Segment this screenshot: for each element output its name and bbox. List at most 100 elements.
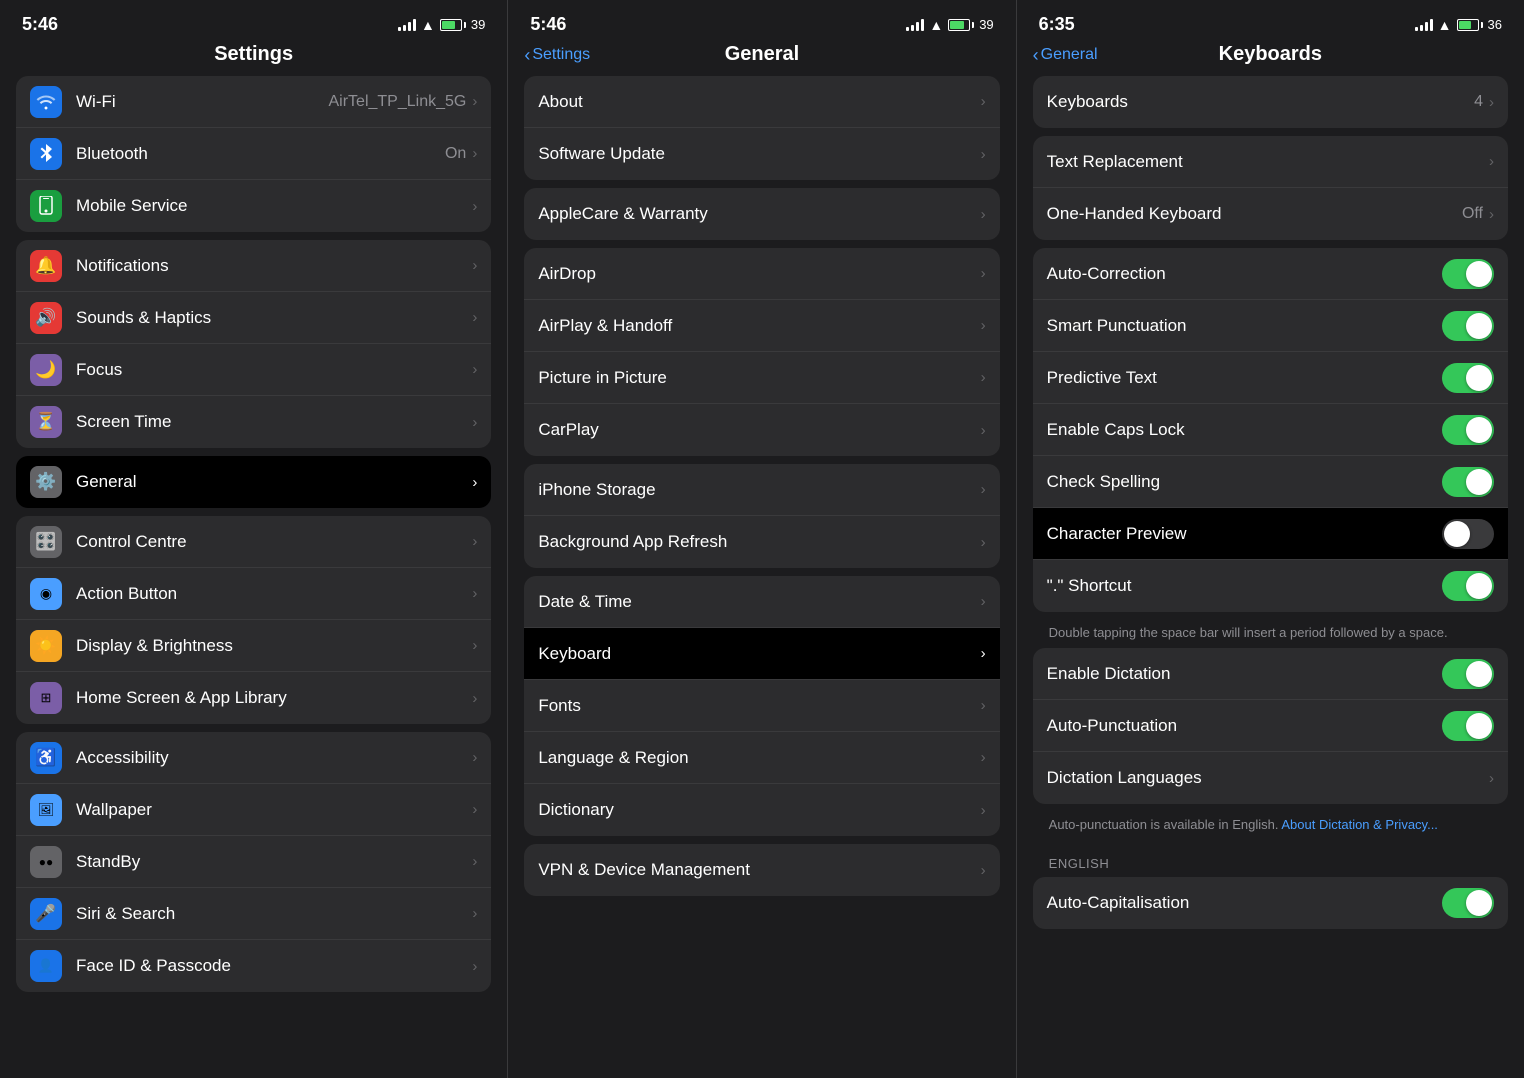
row-notifications[interactable]: 🔔 Notifications ›	[16, 240, 491, 292]
mobile-label: Mobile Service	[76, 196, 472, 216]
row-standby[interactable]: ●● StandBy ›	[16, 836, 491, 888]
autocorrection-toggle[interactable]	[1442, 259, 1494, 289]
section-personal: ♿ Accessibility › 🖼 Wallpaper › ●● Stand…	[16, 732, 491, 992]
siri-row-icon: 🎤	[30, 898, 62, 930]
row-autocapitalization[interactable]: Auto-Capitalisation	[1033, 877, 1508, 929]
general-label: General	[76, 472, 472, 492]
battery-percent-3: 36	[1488, 17, 1502, 32]
row-about[interactable]: About ›	[524, 76, 999, 128]
row-siri[interactable]: 🎤 Siri & Search ›	[16, 888, 491, 940]
row-periodshortcut[interactable]: "." Shortcut	[1033, 560, 1508, 612]
row-actionbutton[interactable]: ◉ Action Button ›	[16, 568, 491, 620]
row-faceid[interactable]: 👤 Face ID & Passcode ›	[16, 940, 491, 992]
row-bluetooth[interactable]: Bluetooth On ›	[16, 128, 491, 180]
row-autocorrection[interactable]: Auto-Correction	[1033, 248, 1508, 300]
settings-list-2: About › Software Update › AppleCare & Wa…	[508, 76, 1015, 1078]
autocorrection-label: Auto-Correction	[1047, 264, 1442, 284]
status-bar-3: 6:35 ▲ 36	[1017, 0, 1524, 41]
dictation-privacy-link[interactable]: About Dictation & Privacy...	[1281, 817, 1438, 832]
row-softwareupdate[interactable]: Software Update ›	[524, 128, 999, 180]
faceid-chevron: ›	[472, 958, 477, 975]
row-autopunctuation[interactable]: Auto-Punctuation	[1033, 700, 1508, 752]
status-bar-2: 5:46 ▲ 39	[508, 0, 1015, 41]
onehandedkeyboard-chevron: ›	[1489, 206, 1494, 223]
textreplacement-chevron: ›	[1489, 153, 1494, 170]
autocapitalization-label: Auto-Capitalisation	[1047, 893, 1442, 913]
row-airplay[interactable]: AirPlay & Handoff ›	[524, 300, 999, 352]
characterpreview-toggle[interactable]	[1442, 519, 1494, 549]
focus-chevron: ›	[472, 361, 477, 378]
row-iphonestorage[interactable]: iPhone Storage ›	[524, 464, 999, 516]
wallpaper-row-icon: 🖼	[30, 794, 62, 826]
section-general: ⚙️ General ›	[16, 456, 491, 508]
smartpunctuation-label: Smart Punctuation	[1047, 316, 1442, 336]
row-sounds[interactable]: 🔊 Sounds & Haptics ›	[16, 292, 491, 344]
predictivetext-toggle[interactable]	[1442, 363, 1494, 393]
sounds-chevron: ›	[472, 309, 477, 326]
fonts-chevron: ›	[981, 697, 986, 714]
row-wallpaper[interactable]: 🖼 Wallpaper ›	[16, 784, 491, 836]
row-controlcentre[interactable]: 🎛️ Control Centre ›	[16, 516, 491, 568]
page-title-3: Keyboards	[1219, 43, 1322, 66]
row-screentime[interactable]: ⏳ Screen Time ›	[16, 396, 491, 448]
periodshortcut-toggle[interactable]	[1442, 571, 1494, 601]
row-homescreen[interactable]: ⊞ Home Screen & App Library ›	[16, 672, 491, 724]
actionbutton-label: Action Button	[76, 584, 472, 604]
signal-icon-3	[1415, 19, 1433, 31]
row-dictationlanguages[interactable]: Dictation Languages ›	[1033, 752, 1508, 804]
enabledictation-toggle[interactable]	[1442, 659, 1494, 689]
keyboards-chevron: ›	[1489, 94, 1494, 111]
pip-label: Picture in Picture	[538, 368, 980, 388]
back-button-3[interactable]: ‹ General	[1033, 46, 1098, 64]
section-alerts: 🔔 Notifications › 🔊 Sounds & Haptics › 🌙…	[16, 240, 491, 448]
row-datetime[interactable]: Date & Time ›	[524, 576, 999, 628]
row-fonts[interactable]: Fonts ›	[524, 680, 999, 732]
enablecapslock-toggle[interactable]	[1442, 415, 1494, 445]
panel-general: 5:46 ▲ 39 ‹ Settings General	[508, 0, 1015, 1078]
row-accessibility[interactable]: ♿ Accessibility ›	[16, 732, 491, 784]
row-mobile[interactable]: Mobile Service ›	[16, 180, 491, 232]
homescreen-chevron: ›	[472, 690, 477, 707]
row-onehandedkeyboard[interactable]: One-Handed Keyboard Off ›	[1033, 188, 1508, 240]
checkspelling-toggle[interactable]	[1442, 467, 1494, 497]
row-checkspelling[interactable]: Check Spelling	[1033, 456, 1508, 508]
back-button-2[interactable]: ‹ Settings	[524, 46, 590, 64]
row-applecare[interactable]: AppleCare & Warranty ›	[524, 188, 999, 240]
panel-settings: 5:46 ▲ 39 Settings	[0, 0, 507, 1078]
wifi-row-icon	[30, 86, 62, 118]
row-characterpreview[interactable]: Character Preview	[1033, 508, 1508, 560]
airdrop-label: AirDrop	[538, 264, 980, 284]
row-focus[interactable]: 🌙 Focus ›	[16, 344, 491, 396]
controlcentre-label: Control Centre	[76, 532, 472, 552]
row-textreplacement[interactable]: Text Replacement ›	[1033, 136, 1508, 188]
autopunctuation-toggle[interactable]	[1442, 711, 1494, 741]
autocapitalization-toggle[interactable]	[1442, 888, 1494, 918]
row-wifi[interactable]: Wi-Fi AirTel_TP_Link_5G ›	[16, 76, 491, 128]
row-display[interactable]: ☀️ Display & Brightness ›	[16, 620, 491, 672]
row-carplay[interactable]: CarPlay ›	[524, 404, 999, 456]
row-enabledictation[interactable]: Enable Dictation	[1033, 648, 1508, 700]
status-icons-1: ▲ 39	[398, 17, 485, 33]
row-vpn[interactable]: VPN & Device Management ›	[524, 844, 999, 896]
autopunctuation-label: Auto-Punctuation	[1047, 716, 1442, 736]
notifications-label: Notifications	[76, 256, 472, 276]
row-backgroundapp[interactable]: Background App Refresh ›	[524, 516, 999, 568]
section-toggles: Auto-Correction Smart Punctuation Predic…	[1033, 248, 1508, 612]
row-smartpunctuation[interactable]: Smart Punctuation	[1033, 300, 1508, 352]
accessibility-label: Accessibility	[76, 748, 472, 768]
siri-chevron: ›	[472, 905, 477, 922]
row-keyboard[interactable]: Keyboard ›	[524, 628, 999, 680]
row-pictureinpicture[interactable]: Picture in Picture ›	[524, 352, 999, 404]
row-keyboards[interactable]: Keyboards 4 ›	[1033, 76, 1508, 128]
row-dictionary[interactable]: Dictionary ›	[524, 784, 999, 836]
row-enablecapslock[interactable]: Enable Caps Lock	[1033, 404, 1508, 456]
row-languageregion[interactable]: Language & Region ›	[524, 732, 999, 784]
row-predictivetext[interactable]: Predictive Text	[1033, 352, 1508, 404]
smartpunctuation-toggle[interactable]	[1442, 311, 1494, 341]
nav-header-2: ‹ Settings General	[508, 41, 1015, 76]
row-general[interactable]: ⚙️ General ›	[16, 456, 491, 508]
row-airdrop[interactable]: AirDrop ›	[524, 248, 999, 300]
applecare-chevron: ›	[981, 206, 986, 223]
status-bar-1: 5:46 ▲ 39	[0, 0, 507, 41]
mobile-row-icon	[30, 190, 62, 222]
